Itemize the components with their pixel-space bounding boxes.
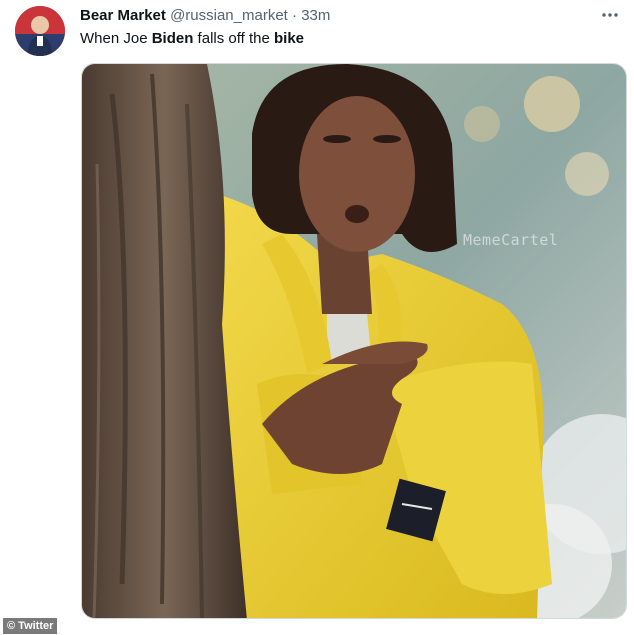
tweet[interactable]: Bear Market @russian_market · 33m When J… bbox=[0, 0, 634, 635]
author-handle[interactable]: @russian_market bbox=[170, 7, 288, 24]
tweet-header: Bear Market @russian_market · 33m bbox=[80, 7, 330, 25]
tweet-text: When Joe Biden falls off the bike bbox=[80, 30, 304, 48]
meme-photo bbox=[82, 64, 626, 618]
tweet-text-bold: Biden bbox=[151, 30, 194, 47]
tweet-text-bold: bike bbox=[274, 30, 305, 47]
tweet-media-image[interactable]: MemeCartel bbox=[81, 63, 627, 619]
tweet-text-part: falls off the bbox=[193, 30, 274, 47]
separator-dot: · bbox=[292, 7, 298, 24]
avatar[interactable] bbox=[15, 6, 65, 56]
tweet-text-part: When Joe bbox=[80, 30, 152, 47]
author-name[interactable]: Bear Market bbox=[80, 7, 166, 24]
more-horizontal-icon[interactable] bbox=[600, 6, 620, 24]
image-credit: © Twitter bbox=[3, 618, 58, 634]
tweet-timestamp[interactable]: 33m bbox=[301, 7, 330, 24]
image-watermark: MemeCartel bbox=[463, 231, 559, 249]
